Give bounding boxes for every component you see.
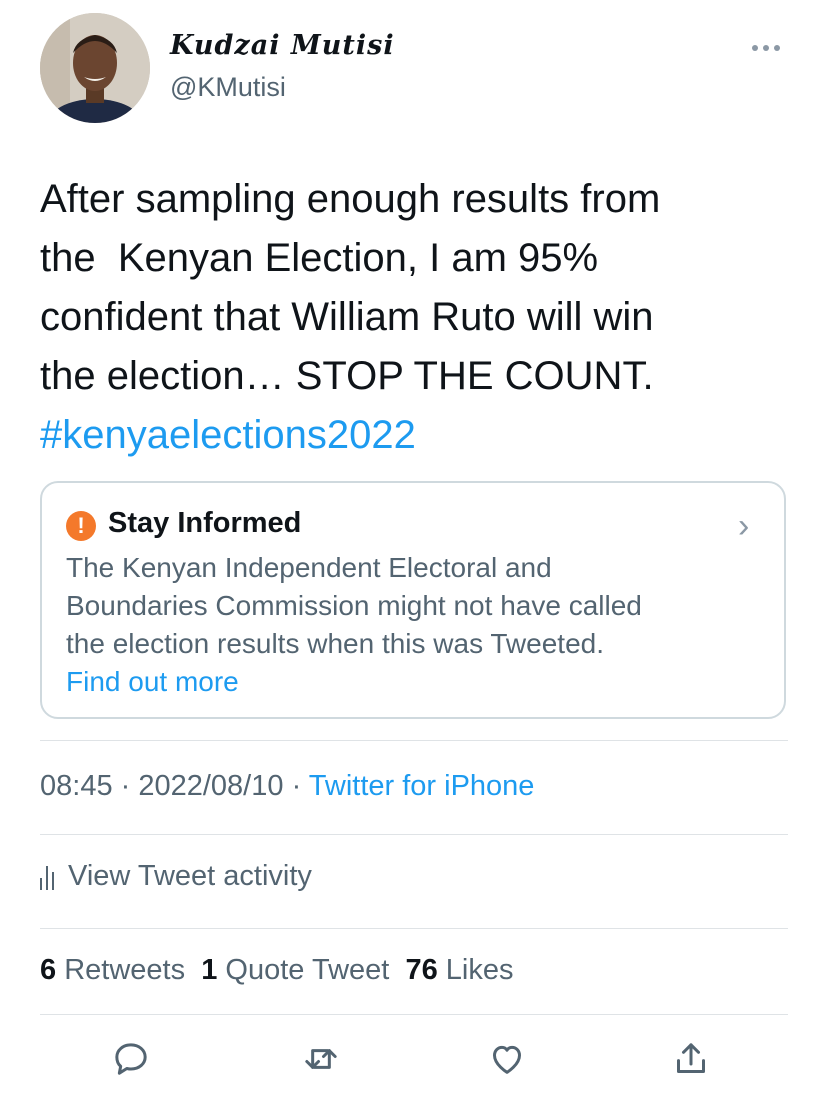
divider <box>40 928 788 929</box>
likes-label: Likes <box>445 954 514 986</box>
meta-separator: · <box>283 770 309 802</box>
view-tweet-activity-button[interactable]: View Tweet activity <box>40 860 312 893</box>
tweet-line: After sampling enough results from <box>40 177 661 221</box>
notice-line: The Kenyan Independent Electoral and <box>66 552 552 583</box>
quotes-label: Quote Tweet <box>225 954 390 986</box>
likes-count: 76 <box>405 954 438 986</box>
reply-icon[interactable] <box>106 1034 156 1084</box>
notice-line: Boundaries Commission might not have cal… <box>66 590 642 621</box>
retweet-icon[interactable] <box>296 1034 346 1084</box>
user-handle[interactable]: @KMutisi <box>170 72 286 103</box>
tweet-stats: 6 Retweets 1 Quote Tweet 76 Likes <box>40 954 513 987</box>
display-name[interactable]: Kudzai Mutisi <box>170 30 395 61</box>
notice-title: Stay Informed <box>108 507 302 539</box>
quote-tweets-link[interactable]: 1 Quote Tweet <box>201 954 389 986</box>
divider <box>40 834 788 835</box>
retweets-link[interactable]: 6 Retweets <box>40 954 185 986</box>
notice-line: the election results when this was Tweet… <box>66 628 605 659</box>
more-options-icon[interactable] <box>752 38 788 58</box>
avatar[interactable] <box>40 13 150 123</box>
notice-body: The Kenyan Independent Electoral and Bou… <box>66 549 766 701</box>
bar-chart-icon <box>40 864 54 890</box>
find-out-more-link[interactable]: Find out more <box>66 663 766 701</box>
stay-informed-notice[interactable]: ! Stay Informed › The Kenyan Independent… <box>40 481 786 719</box>
tweet-source-link[interactable]: Twitter for iPhone <box>309 770 535 802</box>
chevron-right-icon[interactable]: › <box>738 507 749 546</box>
divider <box>40 1014 788 1015</box>
retweets-label: Retweets <box>64 954 186 986</box>
tweet-date: 2022/08/10 <box>138 770 284 802</box>
like-icon[interactable] <box>482 1034 532 1084</box>
likes-link[interactable]: 76 Likes <box>405 954 513 986</box>
tweet-line: confident that William Ruto will win <box>40 295 654 339</box>
tweet-meta: 08:45 · 2022/08/10 · Twitter for iPhone <box>40 770 534 803</box>
hashtag-link[interactable]: #kenyaelections2022 <box>40 406 800 465</box>
quotes-count: 1 <box>201 954 218 986</box>
tweet-line: the election… STOP THE COUNT. <box>40 354 654 398</box>
retweets-count: 6 <box>40 954 57 986</box>
tweet-line: the Kenyan Election, I am 95% <box>40 236 599 280</box>
exclamation-icon: ! <box>66 511 96 541</box>
activity-label: View Tweet activity <box>68 860 312 892</box>
tweet-text: After sampling enough results from the K… <box>40 170 800 465</box>
share-icon[interactable] <box>666 1034 716 1084</box>
tweet-time: 08:45 <box>40 770 113 802</box>
divider <box>40 740 788 741</box>
meta-separator: · <box>112 770 139 802</box>
